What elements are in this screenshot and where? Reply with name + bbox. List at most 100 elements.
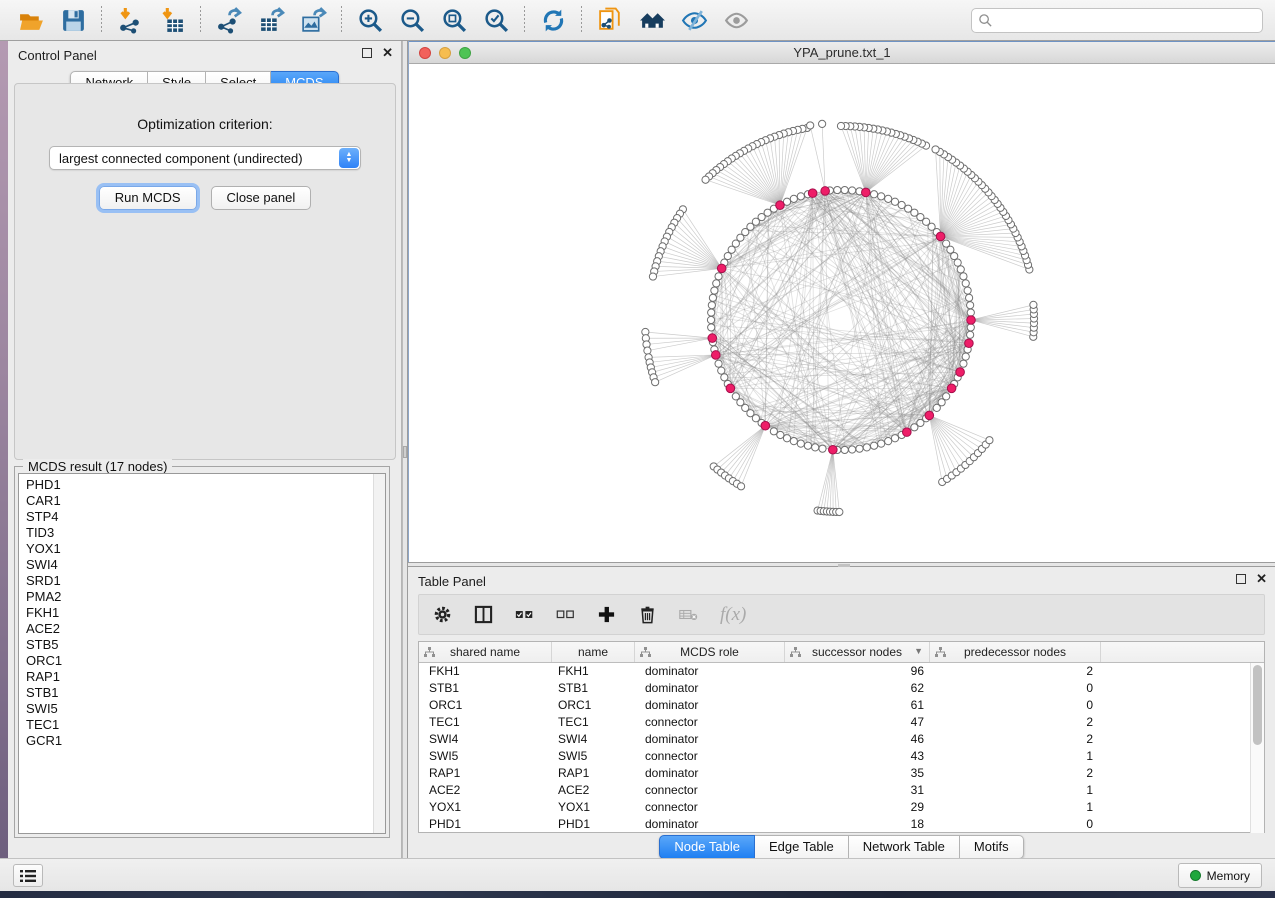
mcds-result-item[interactable]: STB1 xyxy=(26,685,385,701)
graph-node[interactable] xyxy=(790,438,797,445)
mcds-result-item[interactable]: CAR1 xyxy=(26,493,385,509)
graph-mcds-node[interactable] xyxy=(761,421,770,430)
window-maximize-icon[interactable] xyxy=(459,47,471,59)
graph-node[interactable] xyxy=(870,442,877,449)
graph-node[interactable] xyxy=(702,176,709,183)
open-file-button[interactable] xyxy=(15,4,47,36)
tab-network-table[interactable]: Network Table xyxy=(849,835,960,859)
graph-mcds-node[interactable] xyxy=(956,368,965,377)
network-window-titlebar[interactable]: YPA_prune.txt_1 xyxy=(409,41,1275,64)
graph-mcds-node[interactable] xyxy=(862,188,871,197)
graph-node[interactable] xyxy=(713,280,720,287)
graph-node[interactable] xyxy=(652,379,659,386)
mcds-result-item[interactable]: SWI5 xyxy=(26,701,385,717)
graph-node[interactable] xyxy=(905,205,912,212)
graph-node[interactable] xyxy=(649,273,656,280)
graph-node[interactable] xyxy=(804,442,811,449)
graph-node[interactable] xyxy=(943,393,950,400)
graph-node[interactable] xyxy=(960,360,967,367)
graph-node[interactable] xyxy=(708,309,715,316)
splitter-grip[interactable] xyxy=(403,446,407,458)
graph-node[interactable] xyxy=(885,438,892,445)
hide-graphics-eye-slash-icon[interactable] xyxy=(678,4,710,36)
graph-node[interactable] xyxy=(718,367,725,374)
zoom-fit-button[interactable] xyxy=(438,4,470,36)
tab-motifs[interactable]: Motifs xyxy=(960,835,1024,859)
graph-node[interactable] xyxy=(898,201,905,208)
graph-node[interactable] xyxy=(812,444,819,451)
graph-node[interactable] xyxy=(721,374,728,381)
mcds-result-item[interactable]: STB5 xyxy=(26,637,385,653)
table-panel-float-icon[interactable] xyxy=(1236,574,1246,584)
graph-node[interactable] xyxy=(849,187,856,194)
graph-node[interactable] xyxy=(797,440,804,447)
graph-mcds-node[interactable] xyxy=(708,334,717,343)
mcds-result-item[interactable]: TID3 xyxy=(26,525,385,541)
graph-node[interactable] xyxy=(1030,301,1037,308)
mcds-result-list[interactable]: PHD1CAR1STP4TID3YOX1SWI4SRD1PMA2FKH1ACE2… xyxy=(18,473,386,834)
zoom-selected-button[interactable] xyxy=(480,4,512,36)
clone-network-button[interactable] xyxy=(594,4,626,36)
scrollbar-thumb[interactable] xyxy=(1253,665,1262,745)
graph-node[interactable] xyxy=(870,191,877,198)
export-image-button[interactable] xyxy=(297,4,329,36)
graph-node[interactable] xyxy=(841,446,848,453)
memory-button[interactable]: Memory xyxy=(1178,863,1262,888)
graph-node[interactable] xyxy=(807,122,814,129)
mcds-result-item[interactable]: ACE2 xyxy=(26,621,385,637)
graph-node[interactable] xyxy=(849,446,856,453)
graph-node[interactable] xyxy=(777,431,784,438)
graph-node[interactable] xyxy=(962,353,969,360)
graph-node[interactable] xyxy=(943,240,950,247)
graph-node[interactable] xyxy=(644,347,651,354)
graph-node[interactable] xyxy=(841,186,848,193)
table-row[interactable]: STB1STB1dominator620 xyxy=(419,680,1264,697)
table-row[interactable]: ORC1ORC1dominator610 xyxy=(419,697,1264,714)
graph-node[interactable] xyxy=(967,324,974,331)
graph-node[interactable] xyxy=(834,186,841,193)
tab-edge-table[interactable]: Edge Table xyxy=(755,835,849,859)
graph-mcds-node[interactable] xyxy=(967,316,976,325)
table-settings-gear-icon[interactable] xyxy=(433,605,452,624)
graph-node[interactable] xyxy=(891,435,898,442)
column-header-predecessor-nodes[interactable]: predecessor nodes xyxy=(930,642,1101,662)
column-header-successor-nodes[interactable]: successor nodes ▼ xyxy=(785,642,930,662)
graph-node[interactable] xyxy=(967,302,974,309)
search-box[interactable] xyxy=(971,8,1263,33)
graph-mcds-node[interactable] xyxy=(808,189,817,198)
refresh-button[interactable] xyxy=(537,4,569,36)
sort-chevron-icon[interactable]: ▼ xyxy=(914,646,923,656)
table-panel-close-icon[interactable]: ✕ xyxy=(1256,574,1267,584)
table-row[interactable]: TEC1TEC1connector472 xyxy=(419,714,1264,731)
graph-node[interactable] xyxy=(878,440,885,447)
table-row[interactable]: PHD1PHD1dominator180 xyxy=(419,816,1264,833)
column-header-mcds-role[interactable]: MCDS role xyxy=(635,642,785,662)
search-input[interactable] xyxy=(998,13,1256,28)
graph-mcds-node[interactable] xyxy=(776,201,785,210)
zoom-in-button[interactable] xyxy=(354,4,386,36)
table-row[interactable]: SWI4SWI4dominator462 xyxy=(419,731,1264,748)
graph-node[interactable] xyxy=(819,120,826,127)
graph-mcds-node[interactable] xyxy=(829,445,838,454)
mcds-result-item[interactable]: SRD1 xyxy=(26,573,385,589)
mcds-result-item[interactable]: ORC1 xyxy=(26,653,385,669)
export-table-button[interactable] xyxy=(255,4,287,36)
graph-mcds-node[interactable] xyxy=(726,384,735,393)
graph-node[interactable] xyxy=(715,360,722,367)
graph-node[interactable] xyxy=(856,445,863,452)
delete-column-trash-icon[interactable] xyxy=(638,605,657,624)
graph-node[interactable] xyxy=(967,309,974,316)
table-row[interactable]: RAP1RAP1dominator352 xyxy=(419,765,1264,782)
graph-node[interactable] xyxy=(790,195,797,202)
add-column-icon[interactable] xyxy=(597,605,616,624)
graph-node[interactable] xyxy=(715,273,722,280)
network-canvas[interactable] xyxy=(409,64,1275,561)
column-header-name[interactable]: name xyxy=(552,642,635,662)
graph-node[interactable] xyxy=(962,280,969,287)
graph-mcds-node[interactable] xyxy=(902,428,911,437)
save-session-button[interactable] xyxy=(57,4,89,36)
window-minimize-icon[interactable] xyxy=(439,47,451,59)
control-panel-close-icon[interactable]: ✕ xyxy=(382,48,393,58)
graph-node[interactable] xyxy=(954,259,961,266)
run-mcds-button[interactable]: Run MCDS xyxy=(99,186,197,210)
